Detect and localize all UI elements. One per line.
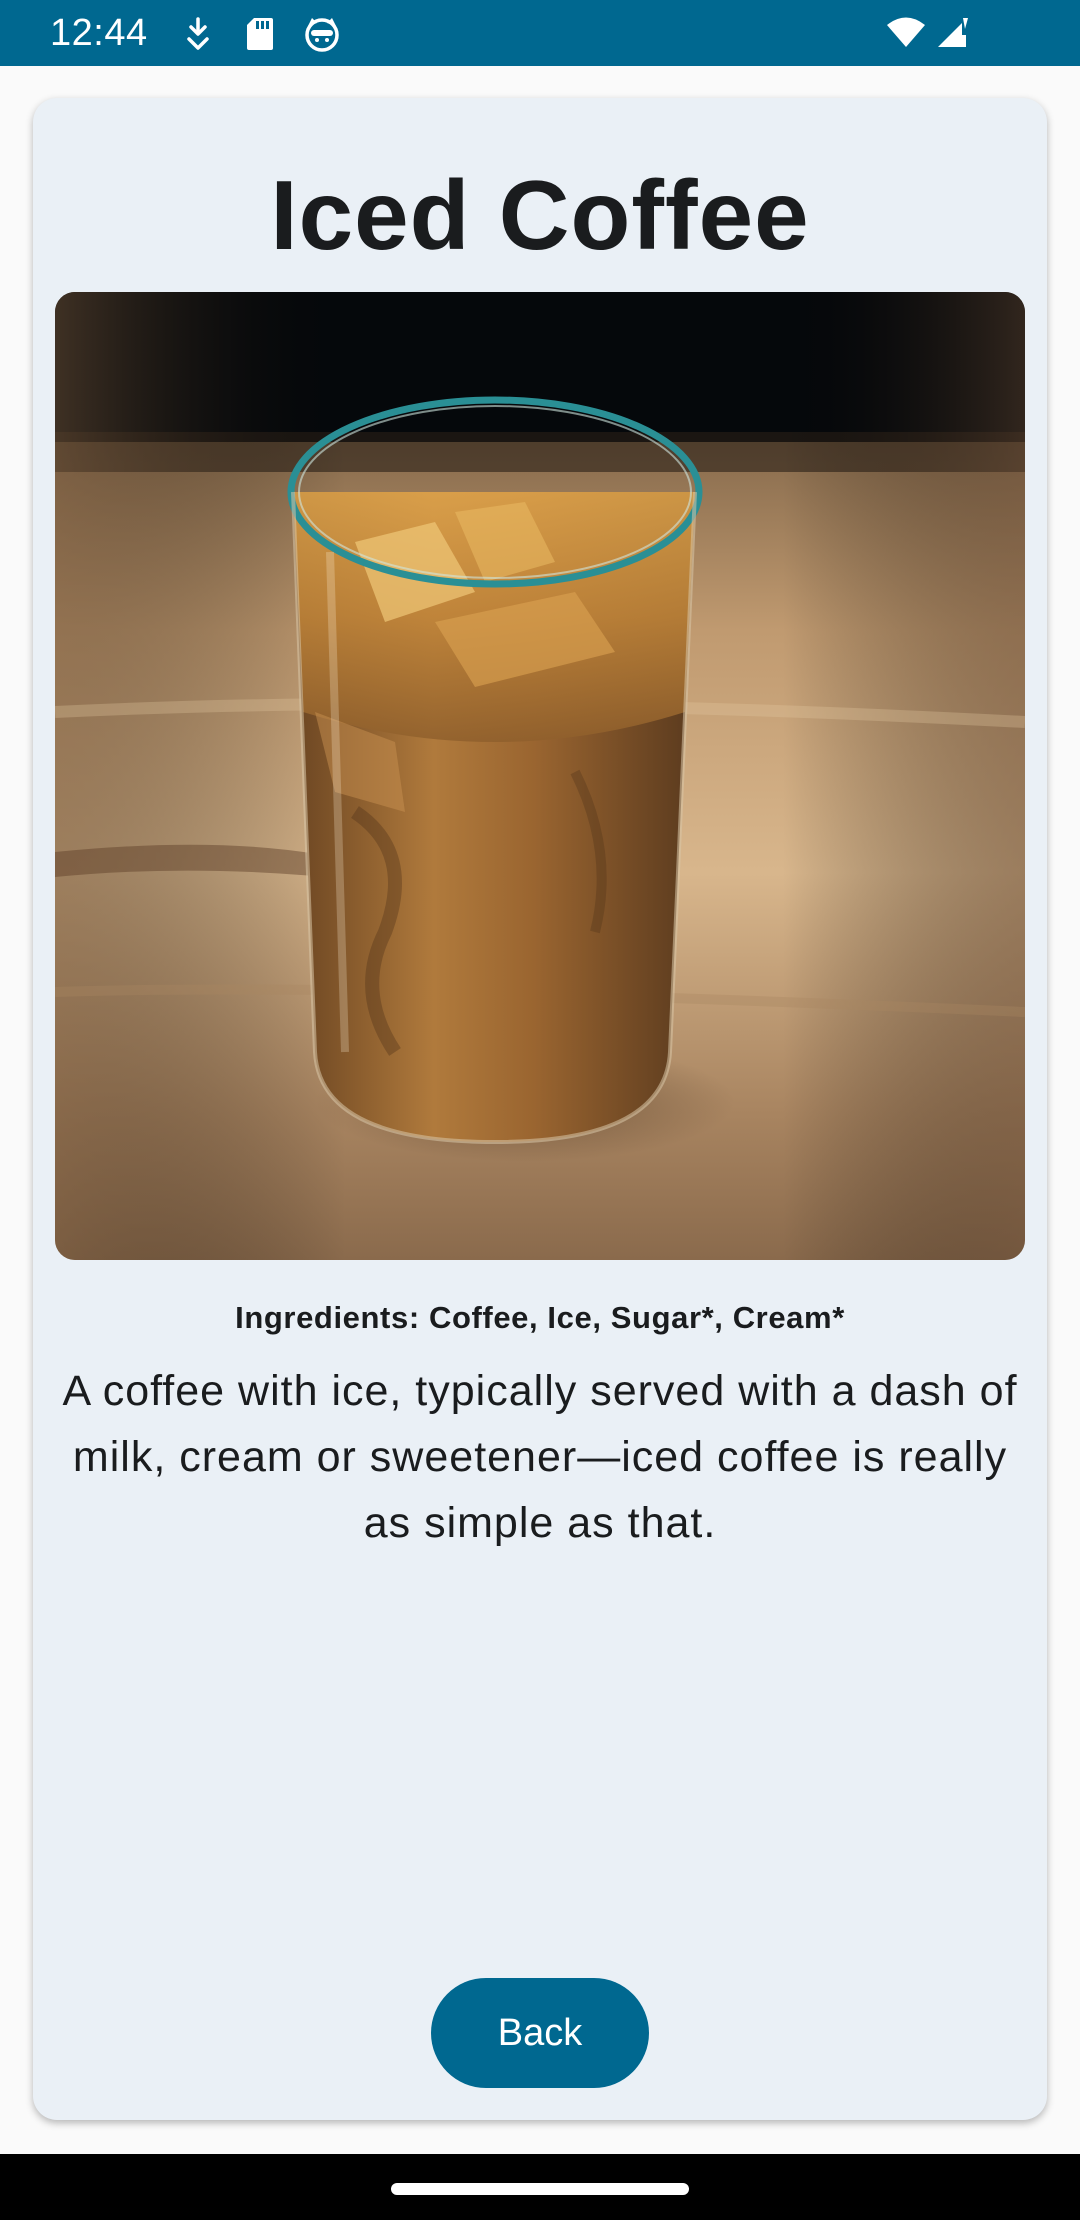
page-title: Iced Coffee xyxy=(270,160,810,270)
iced-coffee-photo xyxy=(55,292,1025,1260)
download-icon xyxy=(178,14,218,54)
ingredients-text: Ingredients: Coffee, Ice, Sugar*, Cream* xyxy=(235,1300,845,1335)
home-gesture-handle[interactable] xyxy=(391,2183,689,2195)
sd-card-icon xyxy=(240,14,280,54)
signal-icon xyxy=(936,16,970,53)
description-text: A coffee with ice, typically served with… xyxy=(62,1367,1018,1547)
status-bar: 12:44 xyxy=(0,0,1080,66)
coffee-detail-card: Iced Coffee Ingredients: Coffee, Ice, Su… xyxy=(33,98,1047,2120)
status-notification-icons xyxy=(178,14,342,54)
status-time: 12:44 xyxy=(50,12,148,54)
cat-face-icon xyxy=(302,14,342,54)
status-system-icons xyxy=(886,14,970,54)
wifi-icon xyxy=(886,16,926,53)
back-button[interactable]: Back xyxy=(431,1978,649,2088)
